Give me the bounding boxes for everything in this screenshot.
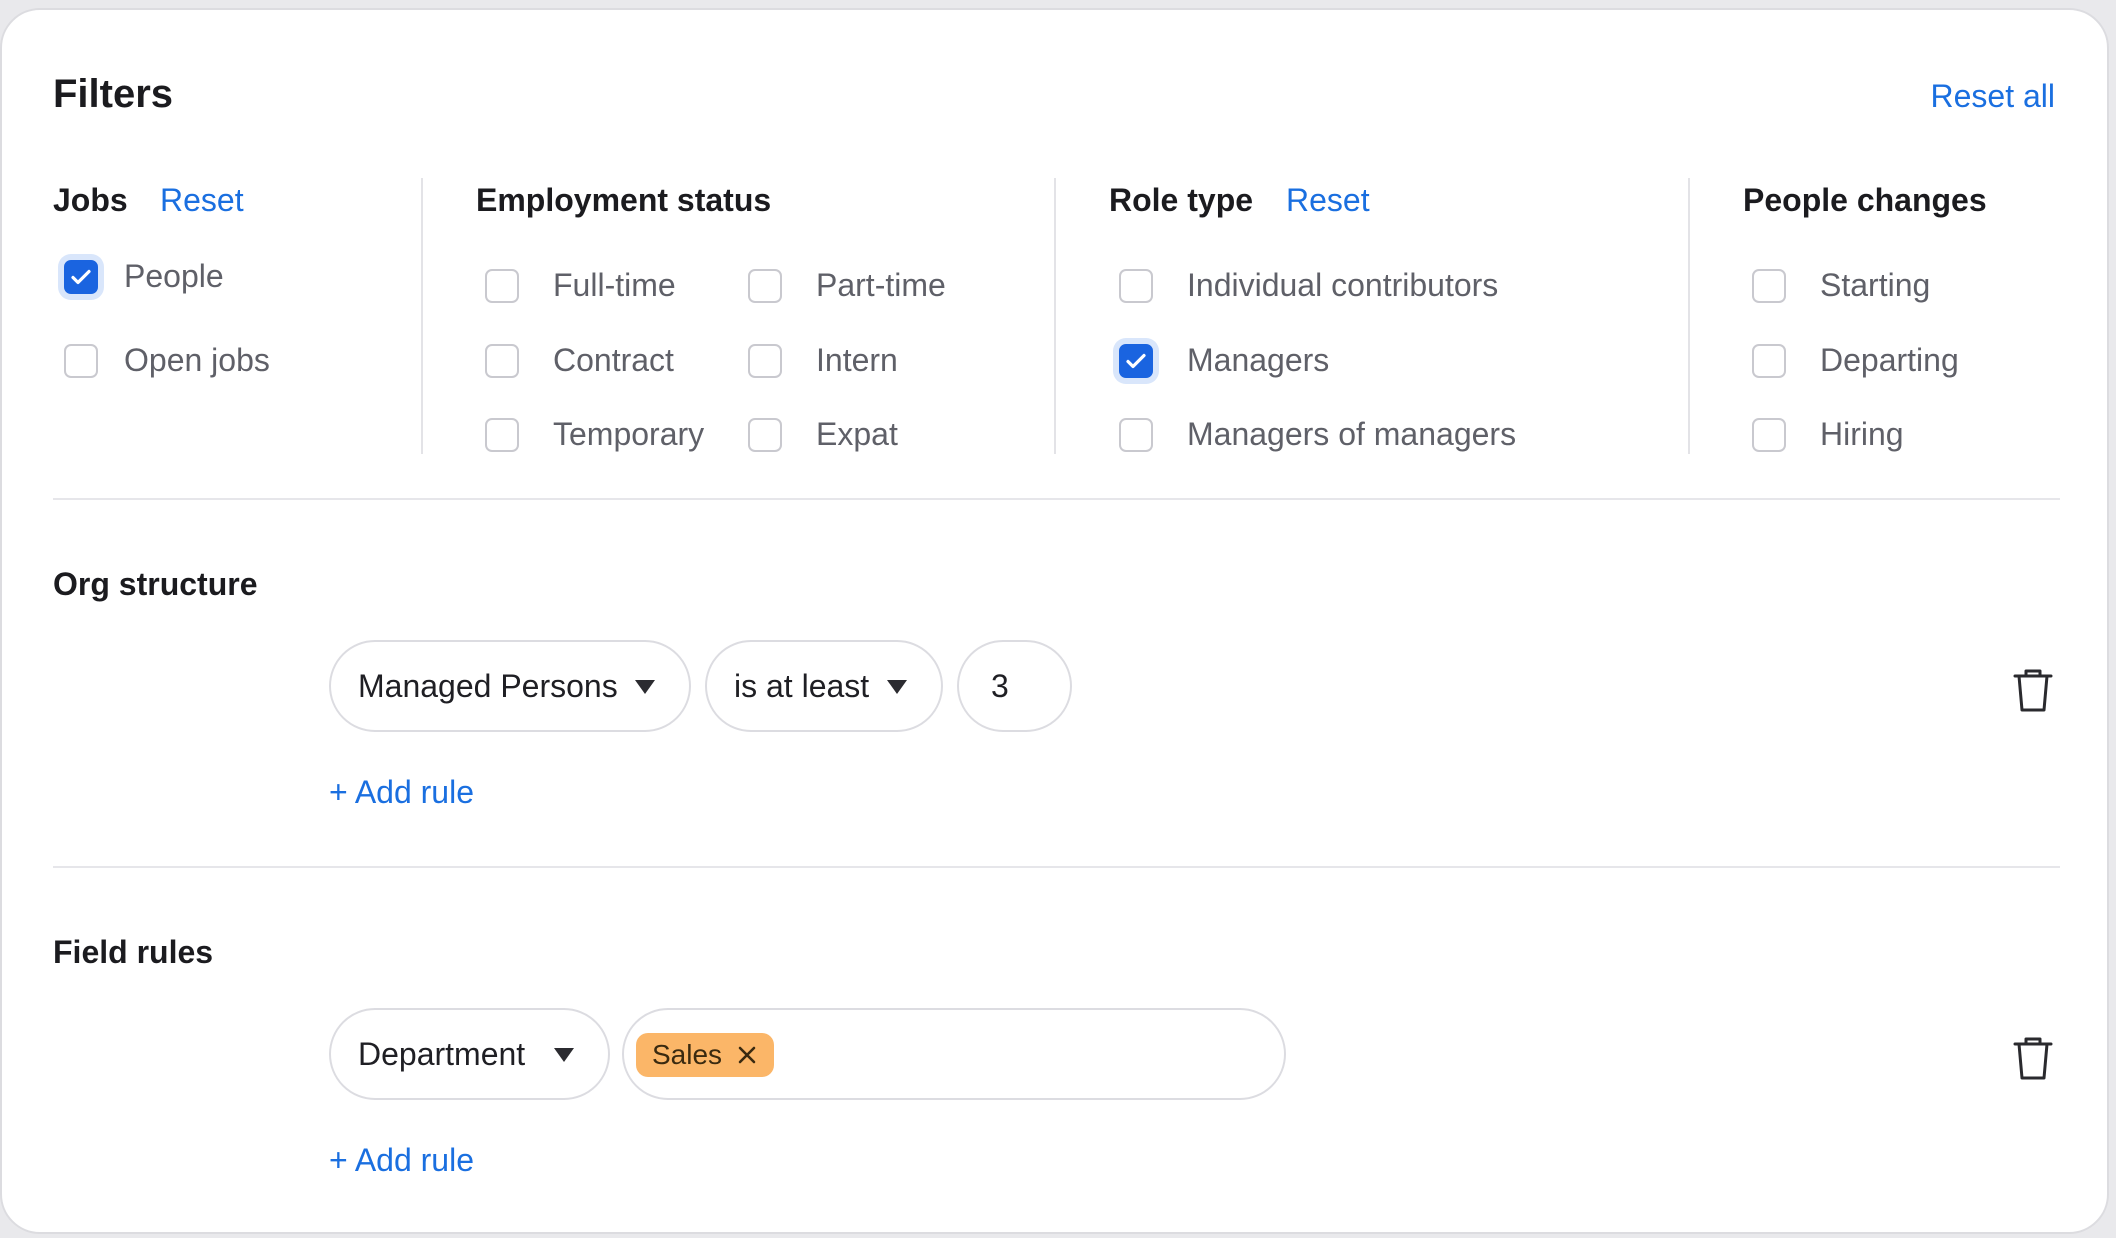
temporary-label: Temporary [553,416,705,452]
open-jobs-label: Open jobs [124,342,270,378]
people-label: People [124,258,224,294]
jobs-reset-link[interactable]: Reset [160,182,244,219]
expat-label: Expat [816,416,898,452]
part-time-checkbox[interactable] [748,268,782,303]
role-option-individual-contributors[interactable]: Individual contributors [1119,267,1498,304]
role-option-managers[interactable]: Managers [1119,342,1329,379]
expat-checkbox[interactable] [748,417,782,452]
intern-label: Intern [816,342,898,378]
jobs-option-people[interactable]: People [64,258,224,295]
full-time-checkbox[interactable] [485,268,519,303]
field-rules-heading: Field rules [53,934,214,970]
departing-checkbox[interactable] [1752,343,1786,378]
org-operator-value: is at least [734,667,870,704]
field-add-rule-link[interactable]: + Add rule [329,1142,474,1179]
employment-option-contract[interactable]: Contract [485,342,674,379]
people-changes-option-starting[interactable]: Starting [1752,267,1930,304]
org-field-select[interactable]: Managed Persons [329,640,691,732]
filters-panel: Filters Reset all Jobs Reset People Open… [0,8,2109,1234]
caret-down-icon [887,680,907,694]
people-changes-option-hiring[interactable]: Hiring [1752,416,1904,453]
column-divider [1688,178,1690,454]
field-rule-values-input[interactable]: Sales [622,1008,1286,1100]
employment-option-intern[interactable]: Intern [748,342,898,379]
org-field-value: Managed Persons [358,667,618,704]
contract-checkbox[interactable] [485,343,519,378]
individual-contributors-label: Individual contributors [1187,267,1499,303]
column-divider [421,178,423,454]
hiring-checkbox[interactable] [1752,417,1786,452]
managers-of-managers-label: Managers of managers [1187,416,1517,452]
caret-down-icon [635,680,655,694]
intern-checkbox[interactable] [748,343,782,378]
contract-label: Contract [553,342,674,378]
trash-icon[interactable] [2012,1034,2054,1082]
departing-label: Departing [1820,342,1959,378]
checkmark-icon [71,269,91,284]
employment-option-full-time[interactable]: Full-time [485,267,676,304]
caret-down-icon [554,1048,574,1062]
employment-option-part-time[interactable]: Part-time [748,267,946,304]
org-structure-heading: Org structure [53,566,258,602]
role-option-managers-of-managers[interactable]: Managers of managers [1119,416,1516,453]
managers-checkbox[interactable] [1119,343,1153,378]
section-divider [53,498,2060,500]
value-tag: Sales [636,1033,775,1077]
remove-tag-icon[interactable] [736,1044,758,1066]
people-changes-heading: People changes [1743,182,1987,218]
trash-icon[interactable] [2012,666,2054,714]
starting-label: Starting [1820,267,1931,303]
people-changes-option-departing[interactable]: Departing [1752,342,1959,379]
hiring-label: Hiring [1820,416,1904,452]
tag-label: Sales [652,1039,723,1070]
org-value-input[interactable]: 3 [957,640,1072,732]
field-rule-field-value: Department [358,1035,526,1072]
open-jobs-checkbox[interactable] [64,343,98,378]
org-operator-select[interactable]: is at least [705,640,943,732]
field-rule-field-select[interactable]: Department [329,1008,610,1100]
jobs-heading: Jobs [53,182,128,218]
employment-status-heading: Employment status [476,182,772,218]
jobs-option-open-jobs[interactable]: Open jobs [64,342,270,379]
column-divider [1054,178,1056,454]
starting-checkbox[interactable] [1752,268,1786,303]
temporary-checkbox[interactable] [485,417,519,452]
checkmark-icon [1126,353,1146,368]
employment-option-expat[interactable]: Expat [748,416,898,453]
people-checkbox[interactable] [64,259,98,294]
org-add-rule-link[interactable]: + Add rule [329,774,474,811]
org-value-text: 3 [991,667,1009,704]
section-divider [53,866,2060,868]
employment-option-temporary[interactable]: Temporary [485,416,704,453]
role-type-reset-link[interactable]: Reset [1286,182,1370,219]
full-time-label: Full-time [553,267,676,303]
managers-label: Managers [1187,342,1330,378]
part-time-label: Part-time [816,267,946,303]
role-type-heading: Role type [1109,182,1254,218]
filters-title: Filters [53,72,174,116]
reset-all-link[interactable]: Reset all [1931,78,2056,115]
individual-contributors-checkbox[interactable] [1119,268,1153,303]
managers-of-managers-checkbox[interactable] [1119,417,1153,452]
